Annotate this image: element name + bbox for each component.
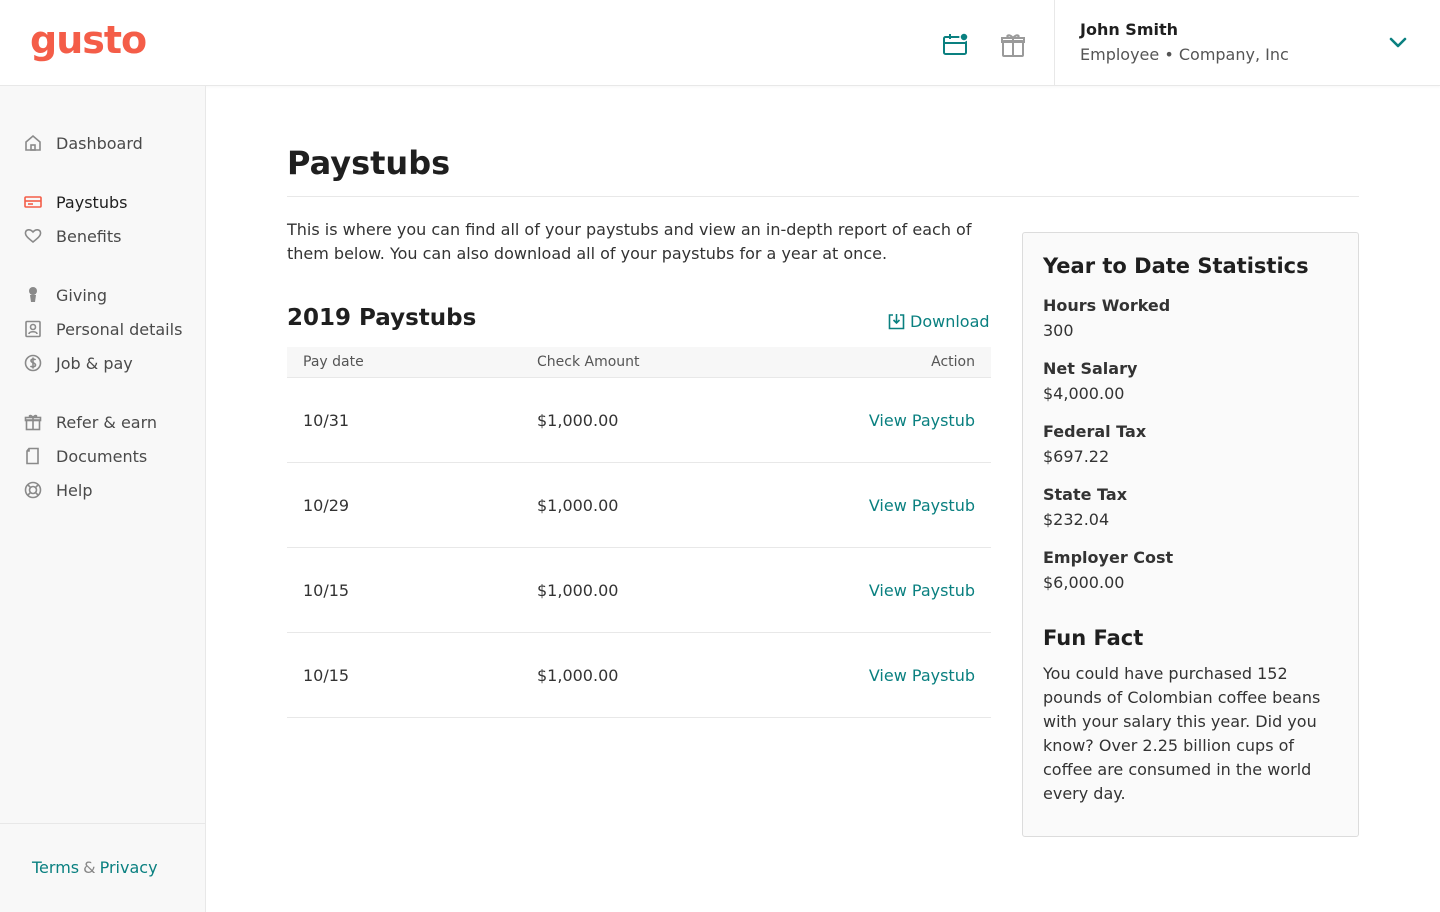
download-button[interactable]: Download (888, 312, 990, 331)
home-icon (24, 134, 42, 152)
user-name[interactable]: John Smith (1080, 20, 1178, 39)
view-paystub-link[interactable]: View Paystub (869, 496, 975, 515)
id-card-icon (24, 320, 42, 338)
sidebar-item-label: Job & pay (56, 353, 133, 373)
stat-label-net-salary: Net Salary (1043, 359, 1138, 378)
sidebar-item-label: Personal details (56, 319, 183, 339)
sidebar-footer: Terms & Privacy (0, 823, 205, 912)
privacy-link[interactable]: Privacy (100, 858, 158, 877)
stat-value-net-salary: $4,000.00 (1043, 384, 1125, 403)
stat-value-federal-tax: $697.22 (1043, 447, 1110, 466)
intro-text: This is where you can find all of your p… (287, 220, 972, 263)
stat-label-hours-worked: Hours Worked (1043, 296, 1171, 315)
giving-icon (24, 286, 42, 304)
column-header-pay-date: Pay date (303, 354, 364, 370)
stat-value-employer-cost: $6,000.00 (1043, 573, 1125, 592)
sidebar-item-label: Refer & earn (56, 412, 158, 432)
footer-links: Terms & Privacy (32, 858, 158, 877)
check-amount-cell: $1,000.00 (537, 581, 619, 600)
table-row: 10/31 $1,000.00 View Paystub (287, 378, 991, 463)
sidebar-item-paystubs[interactable]: Paystubs (24, 189, 127, 215)
sidebar-item-label: Help (56, 480, 93, 500)
sidebar-item-label: Documents (56, 446, 148, 466)
sidebar: Dashboard Paystubs Benefits Giving Perso… (0, 86, 206, 912)
title-divider (287, 196, 1359, 197)
table-row: 10/29 $1,000.00 View Paystub (287, 463, 991, 548)
stat-label-federal-tax: Federal Tax (1043, 422, 1147, 441)
terms-link[interactable]: Terms (32, 858, 79, 877)
column-header-action: Action (931, 354, 975, 370)
sidebar-item-dashboard[interactable]: Dashboard (24, 130, 143, 156)
download-icon (888, 314, 905, 330)
dollar-icon (24, 354, 42, 372)
sidebar-item-label: Giving (56, 285, 108, 305)
section-title: 2019 Paystubs (287, 305, 477, 331)
document-icon (24, 447, 42, 465)
table-row: 10/15 $1,000.00 View Paystub (287, 633, 991, 718)
sidebar-item-giving[interactable]: Giving (24, 282, 107, 308)
sidebar-item-refer-earn[interactable]: Refer & earn (24, 409, 157, 435)
table-row: 10/15 $1,000.00 View Paystub (287, 548, 991, 633)
gift-icon[interactable] (999, 31, 1027, 59)
view-paystub-link[interactable]: View Paystub (869, 666, 975, 685)
table-header: Pay date Check Amount Action (287, 347, 991, 378)
pay-date-cell: 10/29 (303, 496, 350, 515)
pay-date-cell: 10/15 (303, 581, 350, 600)
fun-fact-text: You could have purchased 152 pounds of C… (1043, 664, 1321, 803)
user-role[interactable]: Employee • Company, Inc (1080, 45, 1289, 64)
calendar-notification-icon[interactable] (942, 31, 970, 59)
column-header-check-amount: Check Amount (537, 354, 640, 370)
sidebar-item-benefits[interactable]: Benefits (24, 223, 122, 249)
chevron-down-icon[interactable] (1386, 30, 1410, 54)
sidebar-item-documents[interactable]: Documents (24, 443, 147, 469)
stat-value-hours-worked: 300 (1043, 321, 1074, 340)
footer-ampersand: & (83, 858, 96, 877)
stat-label-state-tax: State Tax (1043, 485, 1128, 504)
paystub-icon (24, 193, 42, 211)
check-amount-cell: $1,000.00 (537, 411, 619, 430)
check-amount-cell: $1,000.00 (537, 666, 619, 685)
sidebar-item-label: Dashboard (56, 133, 143, 153)
heart-icon (24, 227, 42, 245)
check-amount-cell: $1,000.00 (537, 496, 619, 515)
paystubs-table: Pay date Check Amount Action 10/31 $1,00… (287, 347, 991, 718)
sidebar-item-label: Paystubs (56, 192, 128, 212)
page-title: Paystubs (287, 144, 451, 182)
header-divider (1054, 0, 1055, 86)
sidebar-item-label: Benefits (56, 226, 122, 246)
view-paystub-link[interactable]: View Paystub (869, 411, 975, 430)
ytd-title: Year to Date Statistics (1043, 254, 1309, 278)
sidebar-item-help[interactable]: Help (24, 477, 92, 503)
lifebuoy-icon (24, 481, 42, 499)
sidebar-item-personal-details[interactable]: Personal details (24, 316, 182, 342)
gift-icon (24, 413, 42, 431)
pay-date-cell: 10/15 (303, 666, 350, 685)
ytd-statistics-card: Year to Date Statistics Hours Worked 300… (1022, 232, 1359, 837)
top-header: gusto John Smith Employee • Company, Inc (0, 0, 1440, 86)
stat-value-state-tax: $232.04 (1043, 510, 1110, 529)
download-label: Download (910, 312, 990, 331)
stat-label-employer-cost: Employer Cost (1043, 548, 1174, 567)
view-paystub-link[interactable]: View Paystub (869, 581, 975, 600)
fun-fact-title: Fun Fact (1043, 626, 1144, 650)
pay-date-cell: 10/31 (303, 411, 350, 430)
gusto-logo[interactable]: gusto (30, 17, 147, 63)
sidebar-item-job-pay[interactable]: Job & pay (24, 350, 133, 376)
